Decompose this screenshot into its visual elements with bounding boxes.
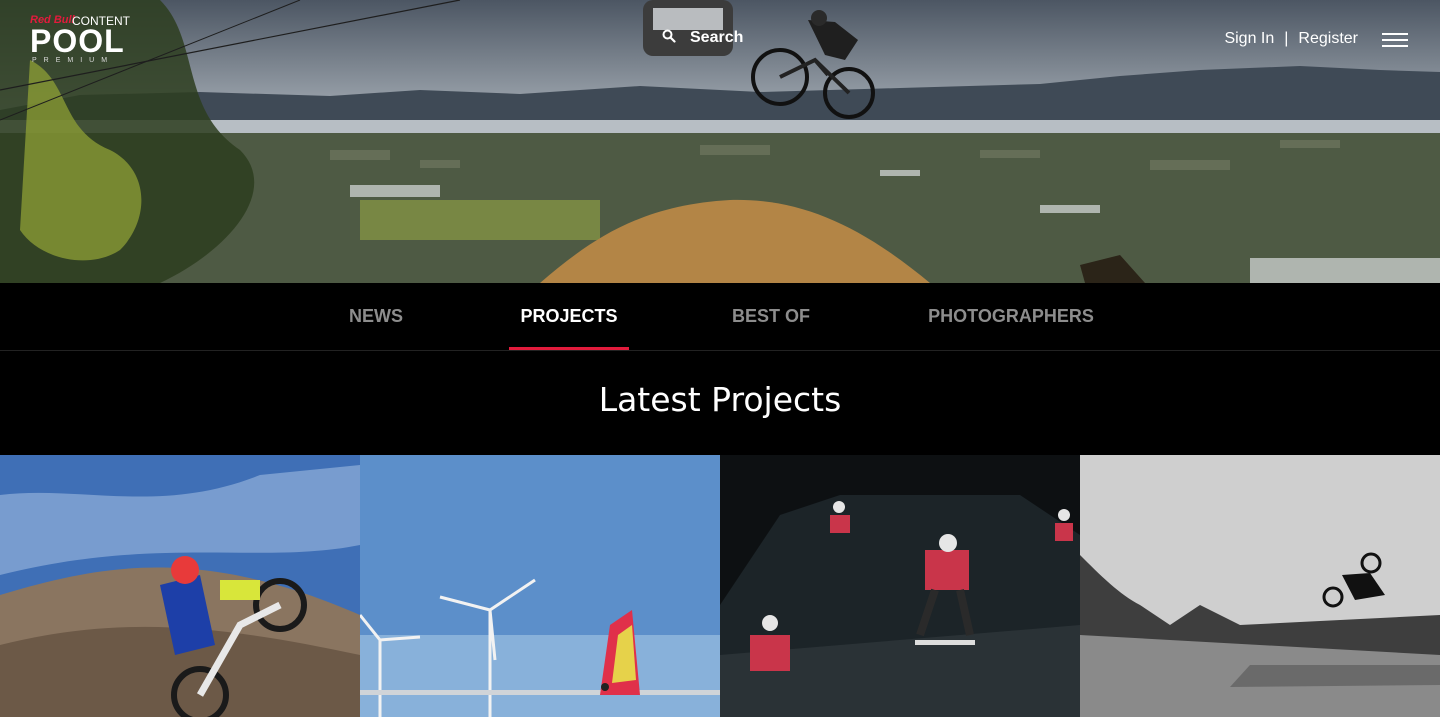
tab-label: PROJECTS	[520, 306, 618, 326]
tab-news[interactable]: NEWS	[330, 283, 422, 350]
project-image	[0, 455, 360, 717]
search-icon	[662, 29, 676, 45]
logo-pool: POOL	[30, 23, 125, 59]
hamburger-menu-icon[interactable]	[1382, 33, 1408, 47]
hero-banner: Red Bull CONTENT POOL PREMIUM Search Sig…	[0, 0, 1440, 283]
search-label: Search	[690, 29, 744, 46]
auth-links: Sign In | Register	[1224, 30, 1358, 48]
tab-label: PHOTOGRAPHERS	[928, 306, 1094, 326]
section-tabs: NEWS PROJECTS BEST OF PHOTOGRAPHERS	[0, 283, 1440, 351]
project-grid	[0, 455, 1440, 717]
project-image	[1080, 455, 1440, 717]
tab-label: BEST OF	[731, 306, 810, 326]
tab-projects[interactable]: PROJECTS	[509, 283, 629, 350]
logo-premium: PREMIUM	[32, 57, 115, 64]
tab-photographers[interactable]: PHOTOGRAPHERS	[912, 283, 1110, 350]
auth-separator: |	[1284, 30, 1289, 47]
project-image	[720, 455, 1080, 717]
tab-best-of[interactable]: BEST OF	[712, 283, 830, 350]
project-card[interactable]	[1080, 455, 1440, 717]
tab-label: NEWS	[349, 306, 403, 326]
project-image	[360, 455, 720, 717]
register-link[interactable]: Register	[1298, 30, 1358, 48]
search-button[interactable]: Search	[662, 29, 743, 47]
project-card[interactable]	[360, 455, 720, 717]
red-bull-content-pool-logo[interactable]: Red Bull CONTENT POOL PREMIUM	[30, 14, 132, 66]
project-card[interactable]	[720, 455, 1080, 717]
section-title: Latest Projects	[598, 380, 842, 419]
project-card[interactable]	[0, 455, 360, 717]
sign-in-link[interactable]: Sign In	[1224, 30, 1274, 48]
